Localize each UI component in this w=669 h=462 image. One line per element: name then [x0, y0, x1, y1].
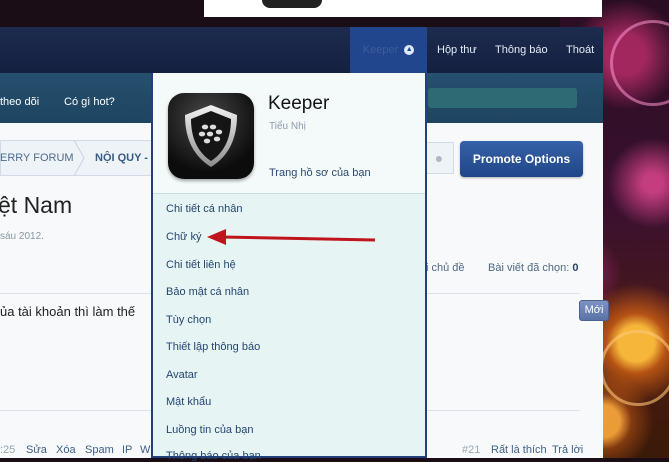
annotation-arrow [207, 229, 376, 245]
